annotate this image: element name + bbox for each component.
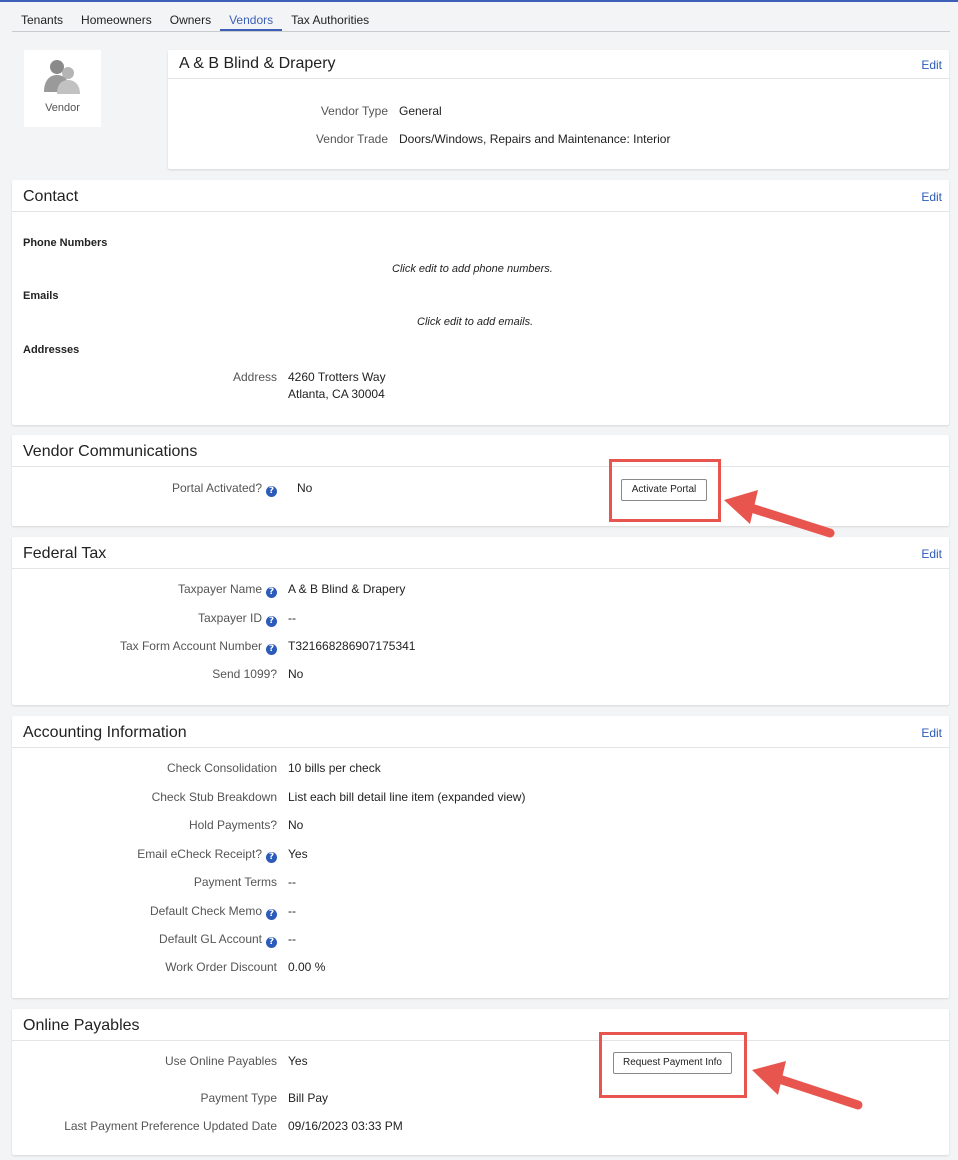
annotation-arrow-icon xyxy=(752,1061,863,1110)
